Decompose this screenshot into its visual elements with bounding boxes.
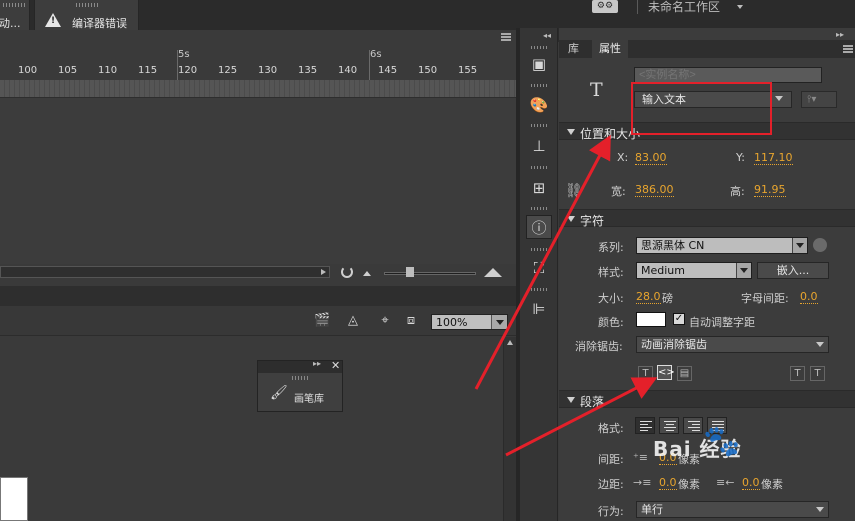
arrow-to-text-type [474,134,611,390]
annotation-arrows [474,134,658,457]
arrow-to-html-button [505,377,658,457]
